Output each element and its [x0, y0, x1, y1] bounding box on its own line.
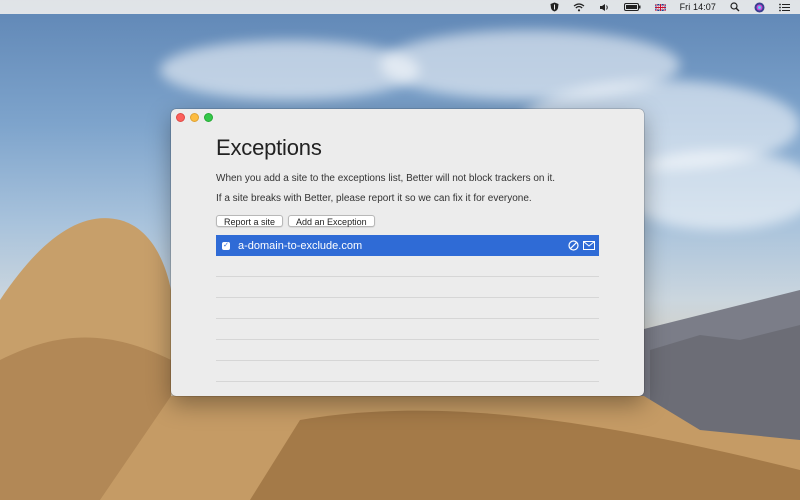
zoom-button[interactable] [204, 113, 213, 122]
desktop: Fri 14:07 Exceptions When you add a site… [0, 0, 800, 500]
siri-icon[interactable] [754, 0, 765, 14]
empty-row [216, 340, 599, 361]
close-button[interactable] [176, 113, 185, 122]
list-icon[interactable] [779, 0, 790, 14]
minimize-button[interactable] [190, 113, 199, 122]
window-controls [176, 113, 213, 122]
window-content: Exceptions When you add a site to the ex… [216, 135, 599, 382]
enabled-checkbox[interactable]: ✓ [222, 241, 230, 250]
shield-icon[interactable] [550, 0, 559, 14]
list-item[interactable]: ✓ a-domain-to-exclude.com [216, 235, 599, 256]
mail-icon[interactable] [583, 241, 595, 250]
report-site-button[interactable]: Report a site [216, 215, 284, 227]
exception-domain: a-domain-to-exclude.com [238, 239, 363, 252]
menu-bar: Fri 14:07 [0, 0, 800, 14]
empty-row [216, 319, 599, 340]
exceptions-list[interactable]: ✓ a-domain-to-exclude.com [216, 235, 599, 382]
empty-row [216, 277, 599, 298]
exceptions-window: Exceptions When you add a site to the ex… [171, 109, 644, 396]
search-icon[interactable] [730, 0, 740, 14]
block-icon[interactable] [568, 240, 579, 251]
battery-icon[interactable] [623, 0, 641, 14]
empty-row [216, 298, 599, 319]
clock[interactable]: Fri 14:07 [680, 0, 716, 14]
action-buttons: Report a site Add an Exception [216, 215, 599, 227]
empty-row [216, 256, 599, 277]
uk-flag-icon[interactable] [654, 0, 666, 14]
report-hint-text: If a site breaks with Better, please rep… [216, 193, 532, 204]
empty-row [216, 361, 599, 382]
page-title: Exceptions [216, 135, 322, 160]
add-exception-button[interactable]: Add an Exception [288, 215, 375, 227]
volume-icon[interactable] [599, 0, 610, 14]
description-text: When you add a site to the exceptions li… [216, 173, 556, 184]
wifi-icon[interactable] [573, 0, 585, 14]
